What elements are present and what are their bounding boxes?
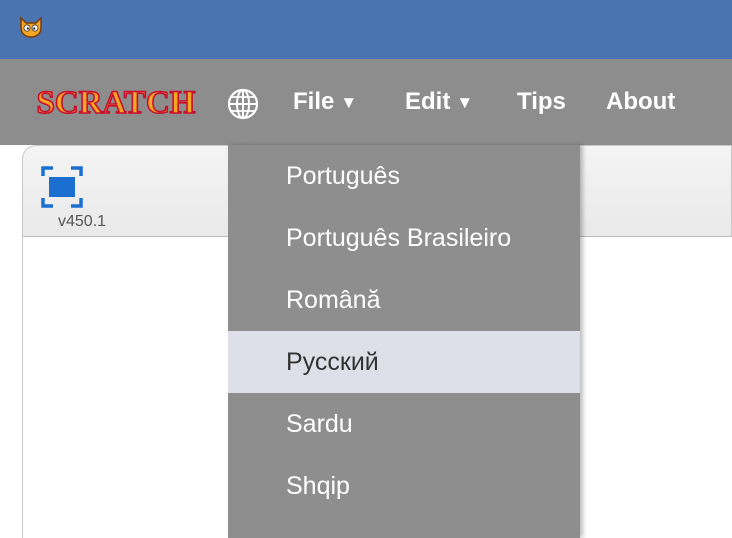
title-bar bbox=[0, 0, 732, 59]
edit-menu[interactable]: Edit ▼ bbox=[405, 84, 473, 120]
globe-icon[interactable] bbox=[226, 87, 260, 121]
tips-menu-label: Tips bbox=[517, 88, 566, 115]
language-item-label: Português Brasileiro bbox=[286, 224, 512, 252]
fullscreen-icon[interactable] bbox=[40, 165, 84, 209]
dropdown-pointer-icon bbox=[228, 131, 258, 145]
file-menu-label: File bbox=[293, 88, 335, 115]
about-menu[interactable]: About bbox=[606, 84, 675, 120]
language-item-label: Português bbox=[286, 162, 400, 190]
language-item-portugues[interactable]: Português bbox=[228, 145, 580, 207]
language-item-russkiy[interactable]: Русский bbox=[228, 331, 580, 393]
language-item-label: Русский bbox=[286, 348, 379, 376]
language-dropdown: Português Português Brasileiro Română Ру… bbox=[228, 145, 580, 538]
language-item-label: Shqip bbox=[286, 472, 350, 500]
language-item-shqip[interactable]: Shqip bbox=[228, 455, 580, 517]
stage-border bbox=[22, 200, 23, 538]
file-menu[interactable]: File ▼ bbox=[293, 84, 357, 120]
edit-menu-label: Edit bbox=[405, 88, 451, 115]
language-item-label: Sardu bbox=[286, 410, 353, 438]
language-item-portugues-brasileiro[interactable]: Português Brasileiro bbox=[228, 207, 580, 269]
edit-caret-icon: ▼ bbox=[456, 93, 474, 112]
about-menu-label: About bbox=[606, 88, 676, 115]
file-caret-icon: ▼ bbox=[340, 93, 358, 112]
tips-menu[interactable]: Tips bbox=[517, 84, 566, 120]
scratch-cat-icon bbox=[20, 16, 42, 38]
language-item-label: Română bbox=[286, 286, 381, 314]
language-item-romana[interactable]: Română bbox=[228, 269, 580, 331]
language-item-sardu[interactable]: Sardu bbox=[228, 393, 580, 455]
scratch-logo-text: SCRATCH bbox=[37, 85, 196, 121]
scratch-logo[interactable]: SCRATCH bbox=[32, 80, 200, 122]
version-label: v450.1 bbox=[58, 213, 107, 230]
